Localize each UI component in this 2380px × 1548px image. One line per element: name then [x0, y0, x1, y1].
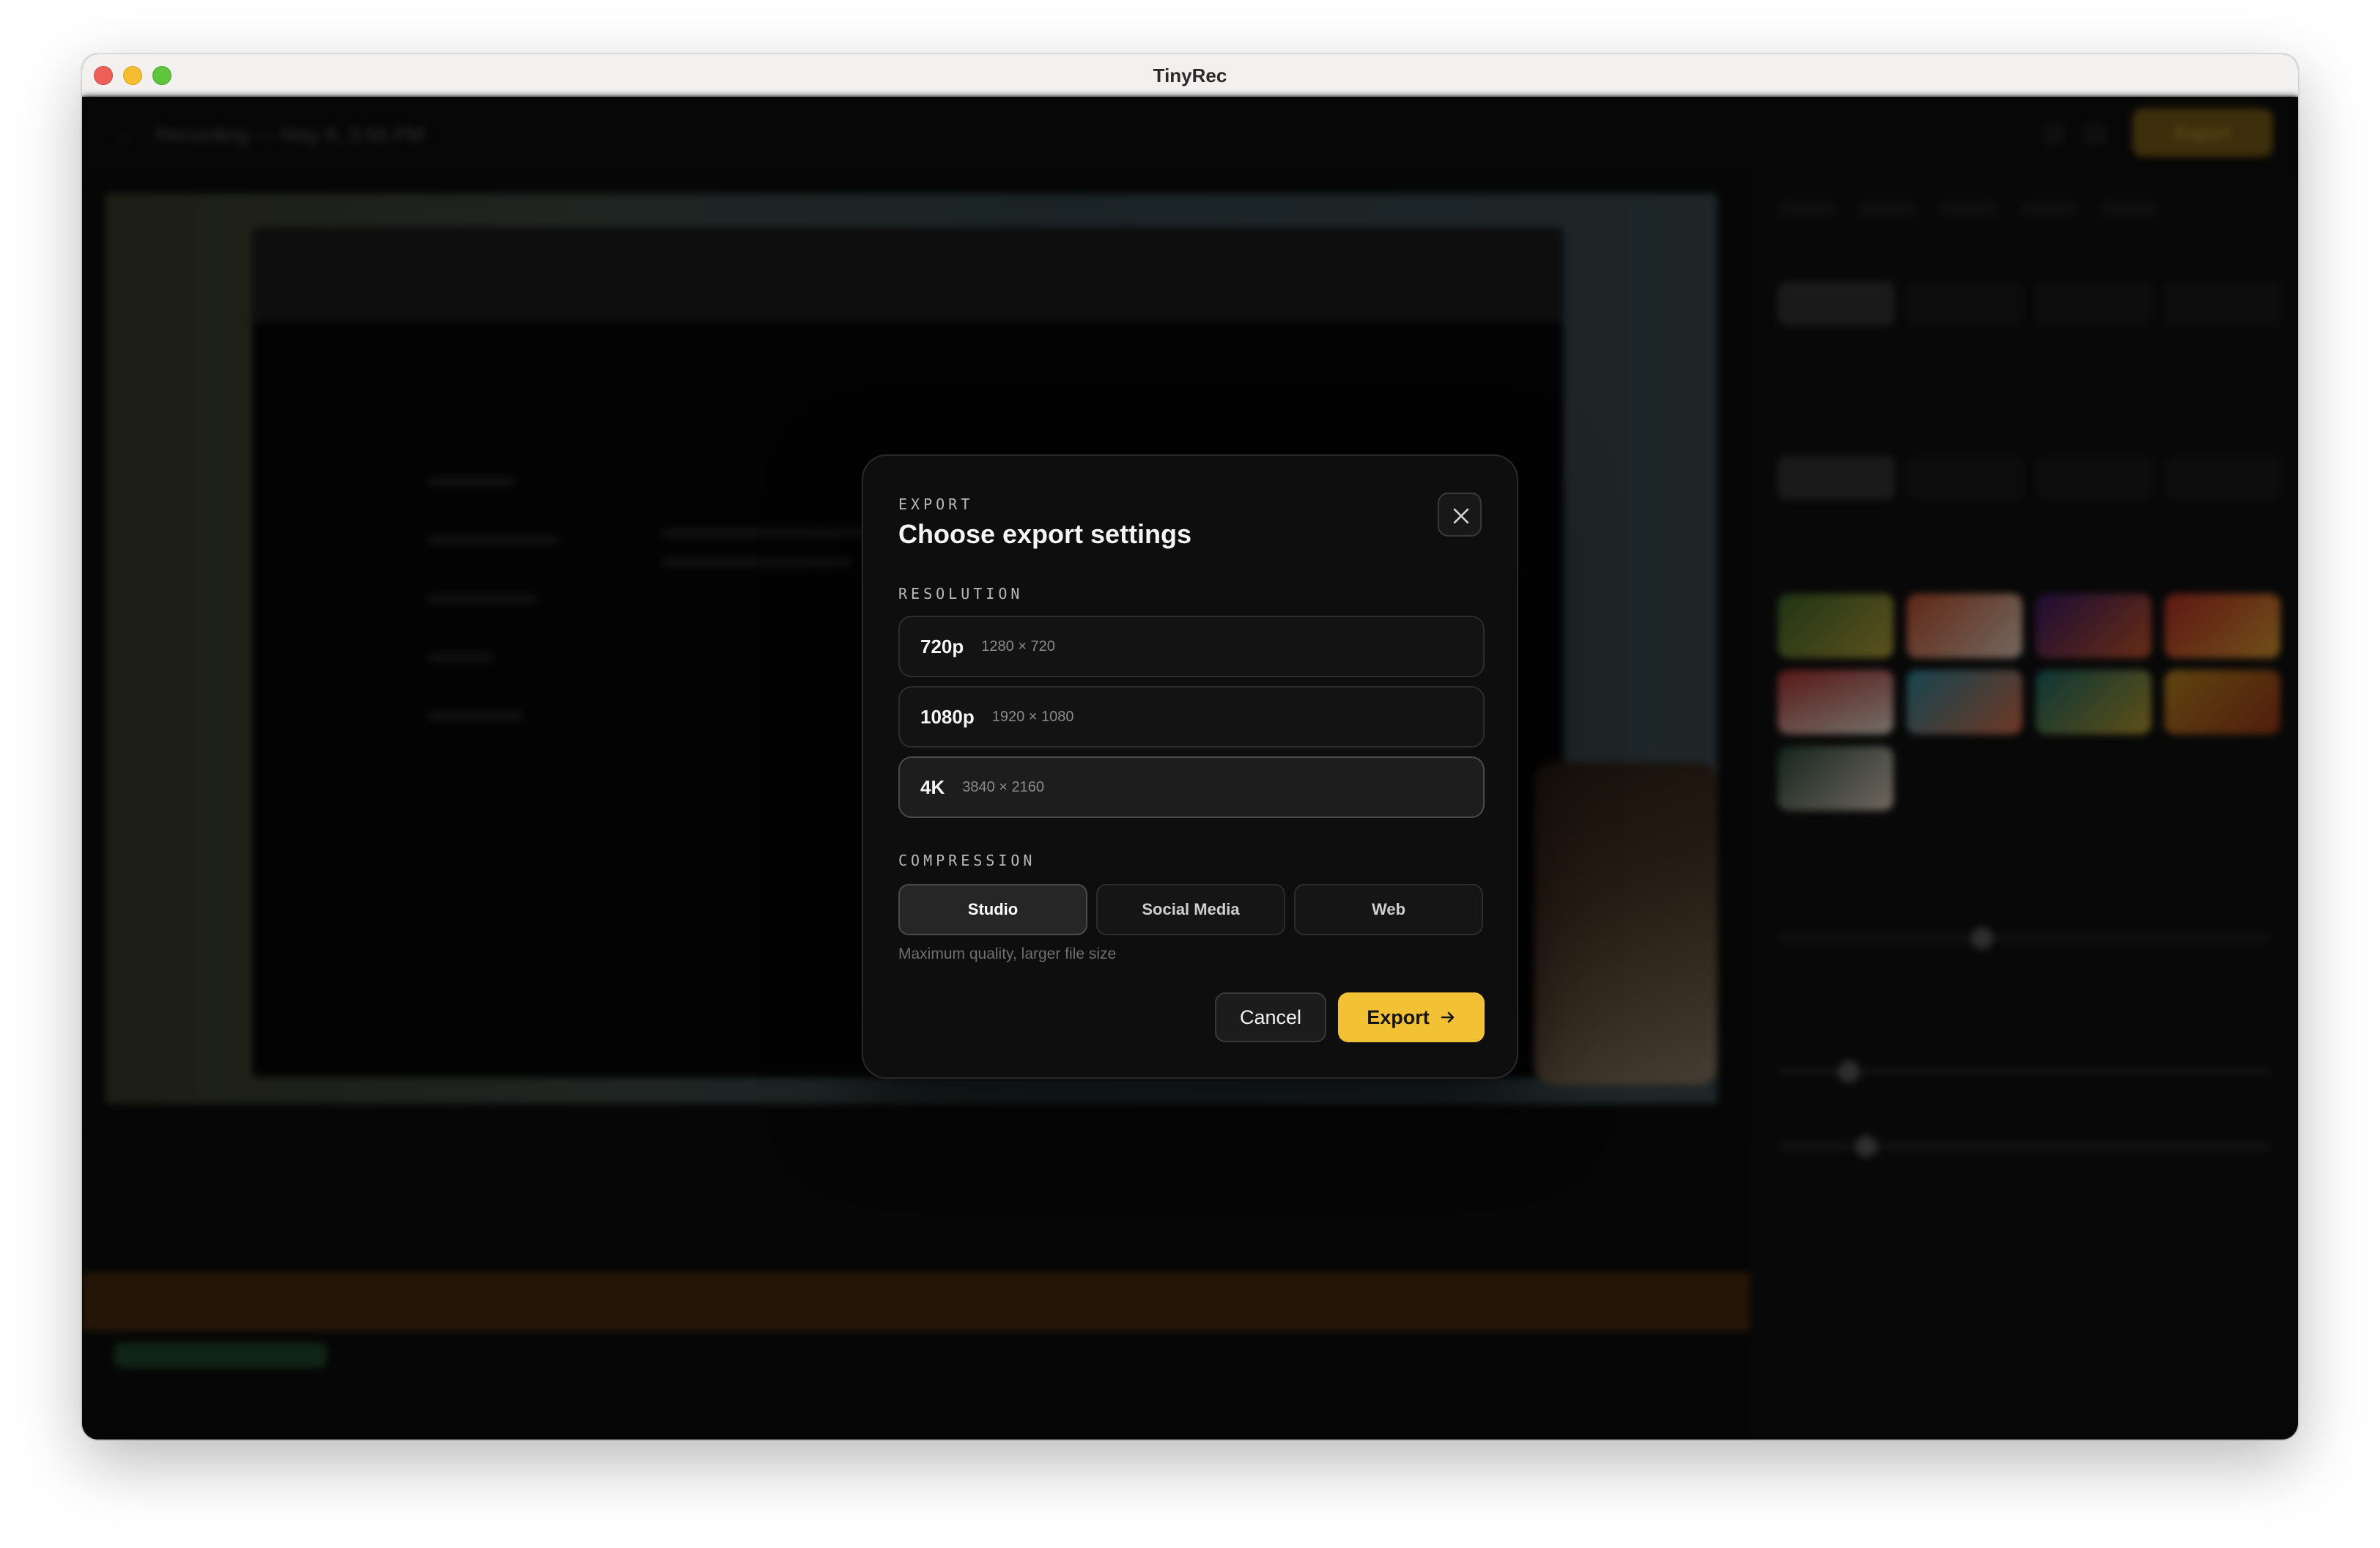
cancel-button[interactable]: Cancel	[1215, 992, 1326, 1042]
resolution-option-720p[interactable]: 720p 1280 × 720	[898, 616, 1485, 677]
compression-label: COMPRESSION	[898, 852, 1036, 869]
export-button-label: Export	[1367, 1006, 1430, 1028]
dialog-title: Choose export settings	[898, 519, 1192, 549]
export-button[interactable]: Export	[1338, 992, 1485, 1042]
resolution-name: 4K	[920, 775, 945, 798]
compression-hint: Maximum quality, larger file size	[898, 946, 1117, 962]
dialog-eyebrow: EXPORT	[898, 495, 974, 513]
close-icon	[1453, 508, 1469, 524]
app-window: TinyRec ← Recording — May 6, 3:56 PM Exp…	[82, 54, 2298, 1440]
export-dialog: EXPORT Choose export settings RESOLUTION…	[862, 454, 1518, 1079]
resolution-name: 1080p	[920, 705, 975, 728]
title-bar: TinyRec	[82, 54, 2298, 97]
resolution-label: RESOLUTION	[898, 585, 1024, 602]
cancel-button-label: Cancel	[1239, 1006, 1302, 1028]
window-title: TinyRec	[1153, 64, 1227, 86]
compression-web-button[interactable]: Web	[1294, 884, 1483, 935]
resolution-option-1080p[interactable]: 1080p 1920 × 1080	[898, 686, 1485, 748]
close-dialog-button[interactable]	[1438, 493, 1482, 537]
resolution-name: 720p	[920, 635, 964, 657]
resolution-dims: 1920 × 1080	[991, 708, 1074, 725]
resolution-dims: 1280 × 720	[981, 638, 1055, 655]
resolution-option-4k[interactable]: 4K 3840 × 2160	[898, 756, 1485, 818]
compression-social-media-button[interactable]: Social Media	[1096, 884, 1285, 935]
compression-studio-button[interactable]: Studio	[898, 884, 1087, 935]
resolution-dims: 3840 × 2160	[962, 778, 1045, 795]
arrow-right-icon	[1441, 1011, 1455, 1023]
